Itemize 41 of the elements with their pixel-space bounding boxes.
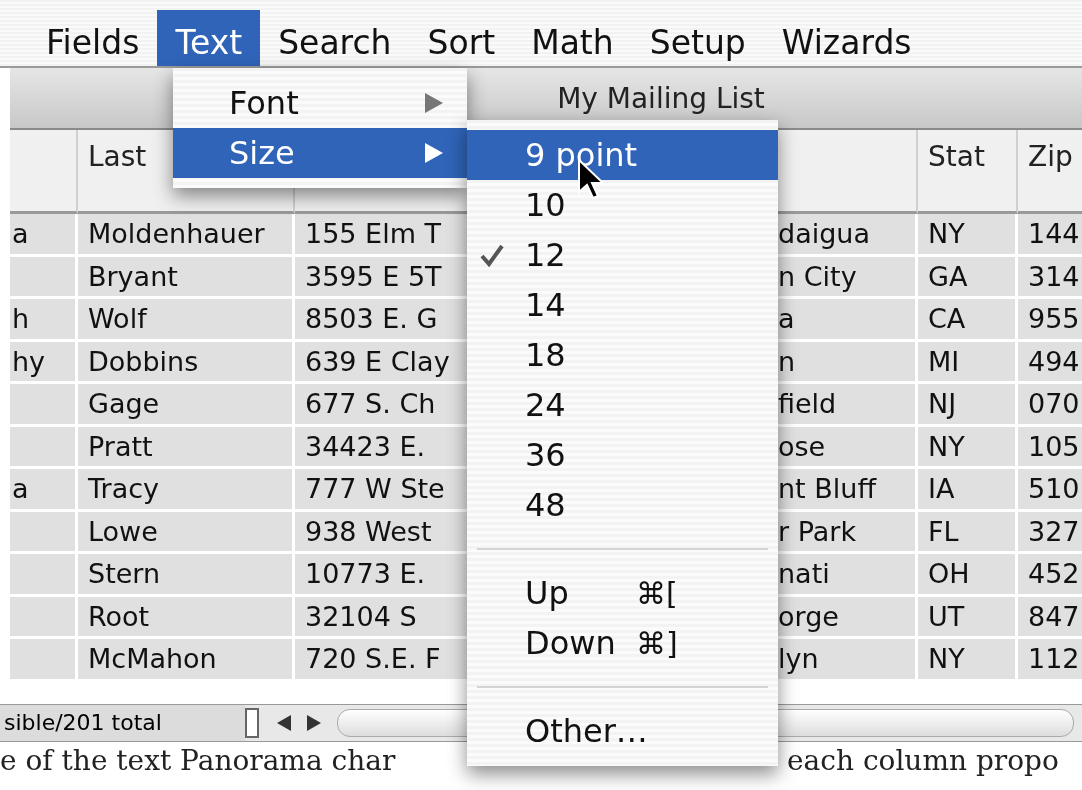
table-cell: 847 [1018, 596, 1082, 639]
table-cell: a [10, 469, 78, 512]
table-cell: Wolf [78, 299, 295, 342]
table-cell: NY [918, 214, 1018, 257]
table-cell: OH [918, 554, 1018, 597]
window-title: My Mailing List [557, 81, 765, 115]
table-cell: a [10, 214, 78, 257]
table-cell: IA [918, 469, 1018, 512]
table-cell: Dobbins [78, 341, 295, 384]
table-cell: MI [918, 341, 1018, 384]
table-cell: 494 [1018, 341, 1082, 384]
table-cell: 314 [1018, 256, 1082, 299]
table-cell: McMahon [78, 639, 295, 682]
table-cell: 112 [1018, 639, 1082, 682]
table-cell: 070 [1018, 384, 1082, 427]
table-cell: hy [10, 341, 78, 384]
table-cell: FL [918, 511, 1018, 554]
table-cell: Tracy [78, 469, 295, 512]
table-cell: 510 [1018, 469, 1082, 512]
table-cell: Bryant [78, 256, 295, 299]
table-cell: 105 [1018, 426, 1082, 469]
record-count: sible/201 total [0, 704, 245, 741]
table-cell: Pratt [78, 426, 295, 469]
table-cell: NY [918, 426, 1018, 469]
table-cell: NY [918, 639, 1018, 682]
table-cell: 327 [1018, 511, 1082, 554]
table-cell: UT [918, 596, 1018, 639]
table-cell: NJ [918, 384, 1018, 427]
table-cell: Stern [78, 554, 295, 597]
table-cell: Lowe [78, 511, 295, 554]
table-cell: Gage [78, 384, 295, 427]
caption-text: each column propo [787, 743, 1059, 777]
table-cell: h [10, 299, 78, 342]
table-cell: 144 [1018, 214, 1082, 257]
table-cell: CA [918, 299, 1018, 342]
caption-text: e of the text Panorama char [0, 743, 397, 777]
table-cell: Root [78, 596, 295, 639]
table-cell: 452 [1018, 554, 1082, 597]
table-cell: GA [918, 256, 1018, 299]
table-cell: 955 [1018, 299, 1082, 342]
table-cell: Moldenhauer [78, 214, 295, 257]
